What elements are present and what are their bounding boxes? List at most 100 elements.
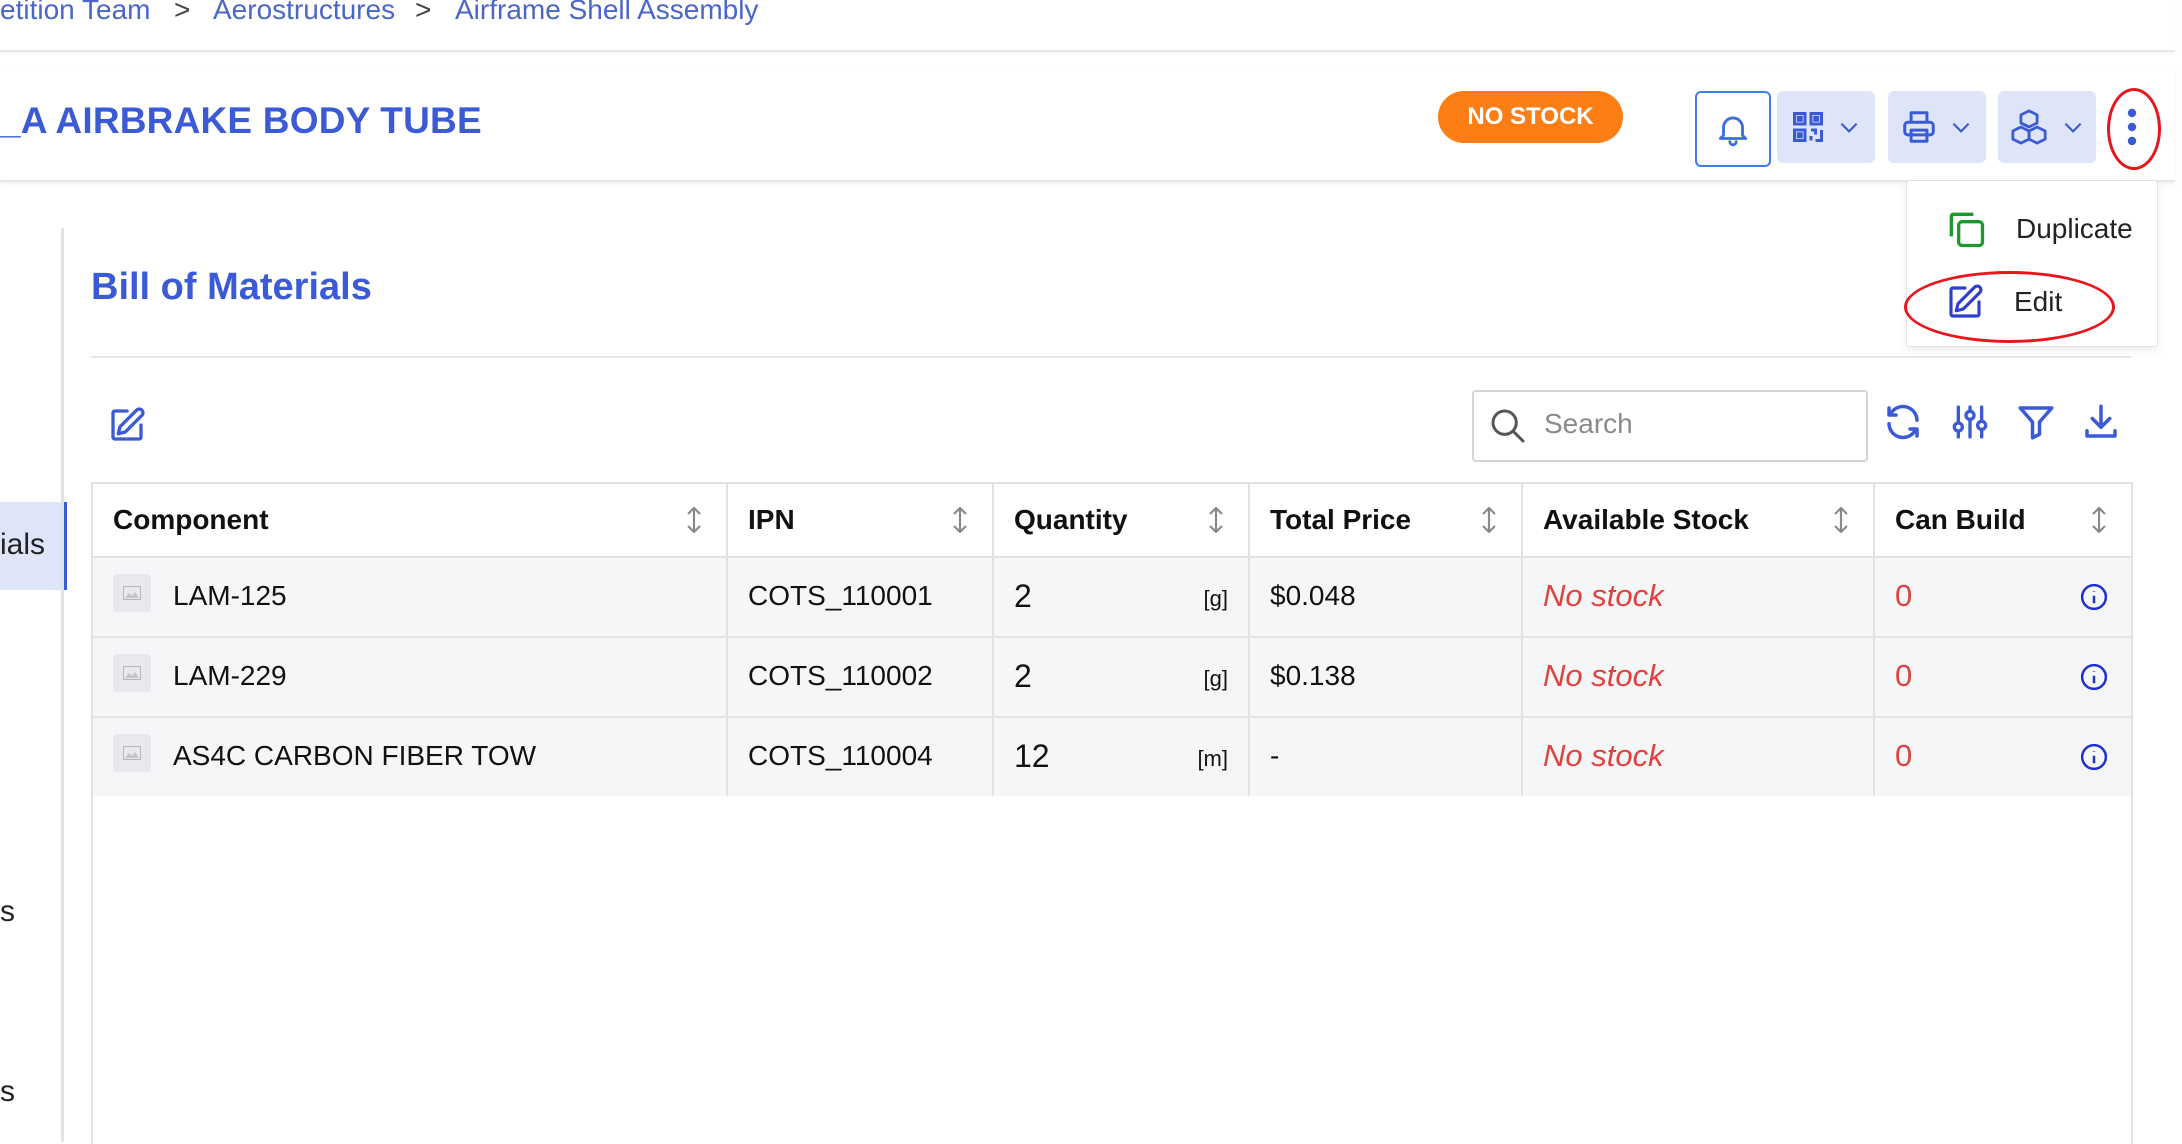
- status-badge: NO STOCK: [1438, 91, 1623, 143]
- filter-button[interactable]: [2015, 400, 2057, 449]
- edit-bom-button[interactable]: [106, 404, 148, 451]
- chevron-down-icon: [2064, 122, 2082, 133]
- edit-icon: [111, 407, 145, 441]
- sliders-icon: [1952, 405, 1988, 439]
- cell-available-stock: No stock: [1523, 638, 1875, 716]
- filter-icon: [2018, 406, 2054, 440]
- part-header: _A AIRBRAKE BODY TUBE NO STOCK: [0, 70, 2175, 182]
- column-header-label: Can Build: [1895, 504, 2026, 535]
- menu-item-duplicate[interactable]: Duplicate: [1944, 201, 2133, 257]
- column-header-label: Quantity: [1014, 504, 1128, 535]
- refresh-button[interactable]: [1882, 400, 1924, 449]
- print-menu-button[interactable]: [1888, 91, 1986, 163]
- info-icon[interactable]: [2079, 582, 2109, 612]
- actions-dropdown: Duplicate Edit: [1906, 180, 2158, 347]
- menu-item-edit-label: Edit: [2014, 286, 2063, 317]
- sort-icon: [1834, 506, 1848, 534]
- edit-icon: [1949, 284, 1983, 318]
- printer-icon: [1903, 111, 1935, 143]
- sidebar-item-label[interactable]: s: [0, 1075, 15, 1109]
- more-actions-button[interactable]: [2107, 91, 2157, 163]
- available-stock-value: No stock: [1543, 738, 1664, 773]
- cell-can-build: 0: [1875, 718, 2131, 796]
- cell-can-build: 0: [1875, 558, 2131, 636]
- table-row[interactable]: LAM-125 COTS_110001 2 [g] $0.048 No stoc…: [93, 558, 2131, 638]
- divider: [91, 356, 2131, 358]
- qr-code-menu-button[interactable]: [1777, 91, 1875, 163]
- ipn-value: COTS_110004: [748, 740, 933, 771]
- sidebar-item-label: ials: [0, 528, 46, 561]
- duplicate-icon: [1949, 212, 1985, 248]
- page-title: _A AIRBRAKE BODY TUBE: [0, 100, 482, 141]
- cell-quantity: 2 [g]: [994, 638, 1250, 716]
- quantity-value: 2: [1014, 578, 1032, 614]
- component-name[interactable]: LAM-229: [173, 660, 287, 692]
- component-name[interactable]: AS4C CARBON FIBER TOW: [173, 740, 536, 772]
- image-placeholder-icon: [113, 734, 151, 772]
- sort-icon: [2092, 506, 2106, 534]
- column-header-component[interactable]: Component: [93, 484, 728, 558]
- quantity-unit: [g]: [1203, 586, 1228, 611]
- cell-available-stock: No stock: [1523, 558, 1875, 636]
- column-header-label: Total Price: [1270, 504, 1412, 535]
- total-price-value: -: [1270, 740, 1280, 771]
- qr-code-icon: [1793, 112, 1823, 142]
- cell-available-stock: No stock: [1523, 718, 1875, 796]
- sort-icon: [1209, 506, 1223, 534]
- sort-icon: [1482, 506, 1496, 534]
- can-build-value: 0: [1895, 658, 1913, 693]
- breadcrumb-separator: >: [174, 0, 191, 25]
- chevron-down-icon: [1952, 122, 1970, 133]
- table-row[interactable]: AS4C CARBON FIBER TOW COTS_110004 12 [m]…: [93, 718, 2131, 796]
- cell-ipn: COTS_110001: [728, 558, 994, 636]
- column-header-label: Available Stock: [1543, 504, 1749, 535]
- sidebar-item-label[interactable]: s: [0, 895, 15, 929]
- info-icon[interactable]: [2079, 662, 2109, 692]
- bell-icon: [1718, 116, 1748, 147]
- breadcrumb-item-team[interactable]: etition Team: [0, 0, 150, 26]
- refresh-icon: [1887, 404, 1919, 440]
- component-name[interactable]: LAM-125: [173, 580, 287, 612]
- quantity-unit: [m]: [1197, 746, 1228, 771]
- notifications-button[interactable]: [1695, 91, 1771, 167]
- sort-icon: [687, 506, 701, 534]
- total-price-value: $0.138: [1270, 660, 1356, 691]
- more-vertical-icon: [2127, 108, 2137, 146]
- download-icon: [2085, 404, 2117, 438]
- image-placeholder-icon: [113, 654, 151, 692]
- info-icon[interactable]: [2079, 742, 2109, 772]
- sort-icon: [953, 506, 967, 534]
- section-title: Bill of Materials: [91, 266, 372, 308]
- ipn-value: COTS_110001: [748, 580, 933, 611]
- cell-ipn: COTS_110004: [728, 718, 994, 796]
- cell-total-price: -: [1250, 718, 1523, 796]
- menu-item-edit[interactable]: Edit: [1944, 274, 2062, 330]
- breadcrumb-item-aerostructures[interactable]: Aerostructures: [213, 0, 395, 26]
- table-row[interactable]: LAM-229 COTS_110002 2 [g] $0.138 No stoc…: [93, 638, 2131, 718]
- column-header-total-price[interactable]: Total Price: [1250, 484, 1523, 558]
- quantity-value: 2: [1014, 658, 1032, 694]
- columns-settings-button[interactable]: [1950, 400, 1990, 449]
- chevron-down-icon: [1840, 122, 1858, 133]
- breadcrumb-item-assembly[interactable]: Airframe Shell Assembly: [455, 0, 758, 26]
- column-header-available-stock[interactable]: Available Stock: [1523, 484, 1875, 558]
- sidebar-divider: [61, 228, 64, 1142]
- bom-table: Component IPN Quantity Total Price Avail…: [91, 482, 2133, 1144]
- cell-component: LAM-229: [93, 638, 728, 716]
- cell-quantity: 12 [m]: [994, 718, 1250, 796]
- cell-total-price: $0.138: [1250, 638, 1523, 716]
- cell-component: AS4C CARBON FIBER TOW: [93, 718, 728, 796]
- cell-quantity: 2 [g]: [994, 558, 1250, 636]
- total-price-value: $0.048: [1270, 580, 1356, 611]
- search-input[interactable]: Search: [1472, 390, 1868, 462]
- column-header-label: Component: [113, 504, 269, 535]
- column-header-ipn[interactable]: IPN: [728, 484, 994, 558]
- menu-item-duplicate-label: Duplicate: [2016, 213, 2133, 244]
- cell-ipn: COTS_110002: [728, 638, 994, 716]
- download-button[interactable]: [2080, 400, 2122, 449]
- column-header-can-build[interactable]: Can Build: [1875, 484, 2131, 558]
- column-header-quantity[interactable]: Quantity: [994, 484, 1250, 558]
- stock-actions-menu-button[interactable]: [1998, 91, 2096, 163]
- cell-component: LAM-125: [93, 558, 728, 636]
- quantity-unit: [g]: [1203, 666, 1228, 691]
